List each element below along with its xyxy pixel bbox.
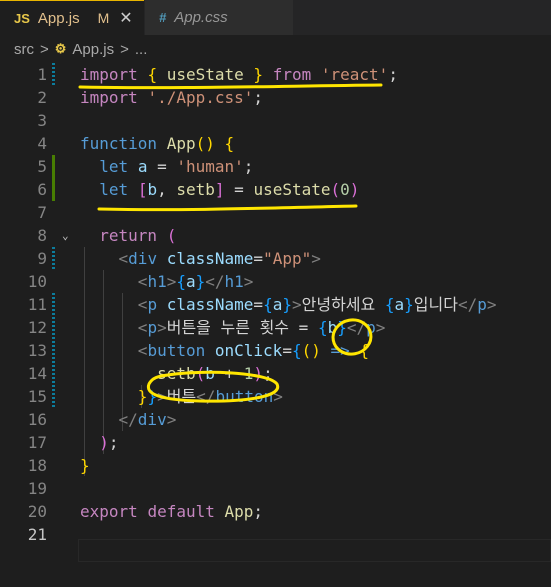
javascript-file-icon: ⚙ <box>54 41 67 56</box>
code-text: }}>버튼</button> <box>137 387 283 406</box>
code-line: 13 <button onClick={() => { <box>0 339 551 362</box>
code-line: 11 <p className={a}>안녕하세요 {a}입니다</p> <box>0 293 551 316</box>
code-line: 14 setb(b + 1); <box>0 362 551 385</box>
code-text: let a = 'human'; <box>99 157 254 176</box>
code-line: 7 <box>0 201 551 224</box>
line-number: 15 <box>27 387 47 406</box>
line-number: 8 <box>37 226 47 245</box>
code-text: import { useState } from 'react'; <box>80 65 398 84</box>
line-number: 12 <box>27 318 47 337</box>
code-text: <p>버튼을 누른 횟수 = {b}</p> <box>137 318 386 337</box>
line-number: 21 <box>27 525 47 544</box>
code-line: 9 <div className="App"> <box>0 247 551 270</box>
code-line: 3 <box>0 109 551 132</box>
modified-indicator: M <box>97 10 110 26</box>
code-text: <h1>{a}</h1> <box>137 272 254 291</box>
line-number: 11 <box>27 295 47 314</box>
breadcrumb: src > ⚙ App.js > ... <box>0 35 551 63</box>
code-text: return ( <box>99 226 177 245</box>
tab-label: App.js <box>37 9 80 27</box>
line-number: 13 <box>27 341 47 360</box>
breadcrumb-file[interactable]: App.js <box>72 41 114 58</box>
close-icon[interactable]: ✕ <box>119 8 132 28</box>
chevron-right-icon: > <box>40 40 49 58</box>
code-text: <div className="App"> <box>118 249 321 268</box>
code-text: ); <box>99 433 119 452</box>
line-number: 7 <box>37 203 47 222</box>
line-number: 1 <box>37 65 47 84</box>
code-line: 18 } <box>0 454 551 477</box>
line-number: 19 <box>27 479 47 498</box>
line-number: 5 <box>37 157 47 176</box>
code-line: 4 function App() { <box>0 132 551 155</box>
code-line: 6 let [b, setb] = useState(0) <box>0 178 551 201</box>
code-line: 19 <box>0 477 551 500</box>
code-line: 16 </div> <box>0 408 551 431</box>
code-text: let [b, setb] = useState(0) <box>99 180 360 199</box>
code-text: </div> <box>118 410 177 429</box>
code-line: 20 export default App; <box>0 500 551 523</box>
breadcrumb-symbol[interactable]: ... <box>135 41 148 58</box>
code-text: } <box>80 456 90 475</box>
code-line: 5 let a = 'human'; <box>0 155 551 178</box>
code-editor[interactable]: 1 import { useState } from 'react'; 2 im… <box>0 63 551 587</box>
code-text: export default App; <box>80 502 264 521</box>
tab-label: App.css <box>174 9 228 26</box>
line-number: 6 <box>37 180 47 199</box>
code-line: 2 import './App.css'; <box>0 86 551 109</box>
javascript-file-icon: JS <box>14 10 30 26</box>
code-line: 10 <h1>{a}</h1> <box>0 270 551 293</box>
code-line: 12 <p>버튼을 누른 횟수 = {b}</p> <box>0 316 551 339</box>
line-number: 2 <box>37 88 47 107</box>
tab-bar: JS App.js M ✕ # App.css <box>0 0 551 35</box>
code-text: import './App.css'; <box>80 88 264 107</box>
code-line: 1 import { useState } from 'react'; <box>0 63 551 86</box>
line-number: 17 <box>27 433 47 452</box>
breadcrumb-folder[interactable]: src <box>14 41 34 58</box>
line-number: 9 <box>37 249 47 268</box>
tab-app-css[interactable]: # App.css <box>145 0 293 35</box>
line-number: 16 <box>27 410 47 429</box>
tab-app-js[interactable]: JS App.js M ✕ <box>0 0 144 35</box>
code-line: 21 <box>0 523 551 546</box>
line-number: 18 <box>27 456 47 475</box>
line-number: 14 <box>27 364 47 383</box>
code-line: 8 ⌄ return ( <box>0 224 551 247</box>
code-text: function App() { <box>80 134 235 153</box>
code-text: setb(b + 1); <box>157 364 273 383</box>
chevron-down-icon[interactable]: ⌄ <box>62 224 69 247</box>
code-line: 17 ); <box>0 431 551 454</box>
code-text: <button onClick={() => { <box>137 341 370 360</box>
code-line: 15 }}>버튼</button> <box>0 385 551 408</box>
chevron-right-icon: > <box>120 40 129 58</box>
code-text: <p className={a}>안녕하세요 {a}입니다</p> <box>137 295 497 314</box>
line-number: 10 <box>27 272 47 291</box>
css-file-icon: # <box>159 10 167 25</box>
line-number: 3 <box>37 111 47 130</box>
line-number: 20 <box>27 502 47 521</box>
line-number: 4 <box>37 134 47 153</box>
